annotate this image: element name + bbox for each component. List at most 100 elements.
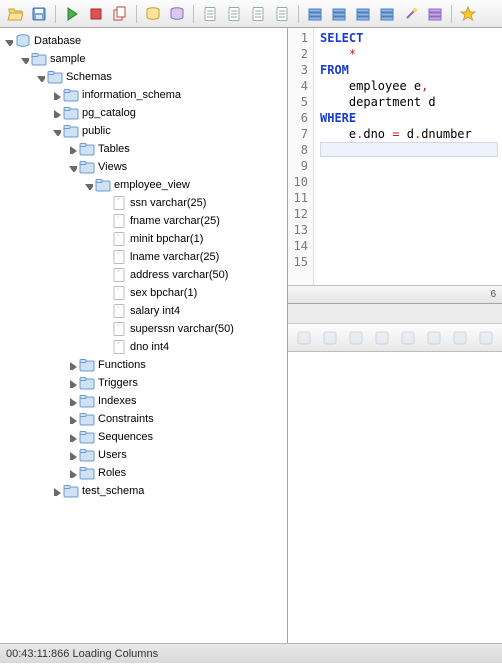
- page-lines-button[interactable]: [271, 3, 293, 25]
- code-area[interactable]: SELECT *FROM employee e, department dWHE…: [314, 28, 502, 285]
- disclosure-open-icon[interactable]: [50, 125, 62, 137]
- code-line[interactable]: SELECT: [320, 30, 498, 46]
- editor-scrollbar[interactable]: 6: [288, 286, 502, 304]
- code-line[interactable]: [320, 190, 498, 206]
- nav-prev-button[interactable]: [320, 328, 340, 348]
- tree-node[interactable]: Roles: [2, 464, 287, 482]
- save-button[interactable]: [28, 3, 50, 25]
- tree-node[interactable]: public: [2, 122, 287, 140]
- wand-button[interactable]: [400, 3, 422, 25]
- copy-button[interactable]: [450, 328, 470, 348]
- folder-icon: [79, 375, 95, 391]
- token-txt: department d: [320, 95, 436, 109]
- disclosure-closed-icon[interactable]: [50, 485, 62, 497]
- copy-red-button[interactable]: [109, 3, 131, 25]
- tree-node[interactable]: Triggers: [2, 374, 287, 392]
- list-button[interactable]: [346, 328, 366, 348]
- code-line[interactable]: [320, 142, 498, 158]
- tree-node[interactable]: Indexes: [2, 392, 287, 410]
- disclosure-open-icon[interactable]: [2, 35, 14, 47]
- disclosure-open-icon[interactable]: [66, 161, 78, 173]
- page-grid-button[interactable]: [247, 3, 269, 25]
- code-line[interactable]: [320, 254, 498, 270]
- tree-node[interactable]: employee_view: [2, 176, 287, 194]
- tree-node[interactable]: minit bpchar(1): [2, 230, 287, 248]
- tree-node[interactable]: Schemas: [2, 68, 287, 86]
- rows-purple-button[interactable]: [424, 3, 446, 25]
- tree-node[interactable]: sample: [2, 50, 287, 68]
- toolbar-separator: [136, 5, 137, 23]
- stop-red-button[interactable]: [85, 3, 107, 25]
- add-row-button[interactable]: [398, 328, 418, 348]
- rows-blue-button[interactable]: [352, 3, 374, 25]
- line-gutter: 123456789101112131415: [288, 28, 314, 285]
- tree-node-label: Tables: [98, 143, 130, 155]
- code-line[interactable]: WHERE: [320, 110, 498, 126]
- code-line[interactable]: department d: [320, 94, 498, 110]
- code-line[interactable]: [320, 174, 498, 190]
- rows-blue2-button[interactable]: [376, 3, 398, 25]
- tree-node[interactable]: information_schema: [2, 86, 287, 104]
- tree-node[interactable]: Tables: [2, 140, 287, 158]
- menu-blue-button[interactable]: [328, 3, 350, 25]
- code-line[interactable]: *: [320, 46, 498, 62]
- sql-editor[interactable]: 123456789101112131415 SELECT *FROM emplo…: [288, 28, 502, 286]
- tree-node[interactable]: sex bpchar(1): [2, 284, 287, 302]
- tree-node[interactable]: dno int4: [2, 338, 287, 356]
- tree-node[interactable]: Users: [2, 446, 287, 464]
- disclosure-closed-icon[interactable]: [50, 89, 62, 101]
- line-number: 6: [288, 110, 313, 126]
- tree-node[interactable]: Database: [2, 32, 287, 50]
- tree-node[interactable]: ssn varchar(25): [2, 194, 287, 212]
- db-purple-button[interactable]: [166, 3, 188, 25]
- code-line[interactable]: [320, 206, 498, 222]
- nav-first-button[interactable]: [294, 328, 314, 348]
- disclosure-closed-icon[interactable]: [66, 449, 78, 461]
- page-copy-button[interactable]: [223, 3, 245, 25]
- tree-node[interactable]: Views: [2, 158, 287, 176]
- tree-node[interactable]: fname varchar(25): [2, 212, 287, 230]
- disclosure-closed-icon[interactable]: [66, 359, 78, 371]
- tree-node[interactable]: lname varchar(25): [2, 248, 287, 266]
- code-line[interactable]: [320, 222, 498, 238]
- disclosure-open-icon[interactable]: [18, 53, 30, 65]
- disclosure-closed-icon[interactable]: [66, 431, 78, 443]
- line-number: 8: [288, 142, 313, 158]
- disclosure-closed-icon[interactable]: [66, 467, 78, 479]
- disclosure-closed-icon[interactable]: [66, 395, 78, 407]
- disclosure-open-icon[interactable]: [82, 179, 94, 191]
- list-icon: [348, 330, 364, 346]
- star-button[interactable]: [457, 3, 479, 25]
- tree-node[interactable]: pg_catalog: [2, 104, 287, 122]
- disclosure-open-icon[interactable]: [34, 71, 46, 83]
- disclosure-closed-icon[interactable]: [66, 413, 78, 425]
- tree-node[interactable]: Sequences: [2, 428, 287, 446]
- results-panel[interactable]: [288, 352, 502, 643]
- tree-node[interactable]: superssn varchar(50): [2, 320, 287, 338]
- folder-icon: [79, 465, 95, 481]
- tree-node[interactable]: salary int4: [2, 302, 287, 320]
- tree-node[interactable]: Functions: [2, 356, 287, 374]
- nav-next-button[interactable]: [372, 328, 392, 348]
- tree-node[interactable]: test_schema: [2, 482, 287, 500]
- page-button[interactable]: [199, 3, 221, 25]
- tree-node[interactable]: Constraints: [2, 410, 287, 428]
- stack-blue-button[interactable]: [304, 3, 326, 25]
- filter-button[interactable]: [476, 328, 496, 348]
- code-line[interactable]: FROM: [320, 62, 498, 78]
- code-line[interactable]: [320, 238, 498, 254]
- status-text: 00:43:11:866 Loading Columns: [6, 648, 158, 660]
- token-txt: dno: [363, 127, 392, 141]
- disclosure-closed-icon[interactable]: [50, 107, 62, 119]
- disclosure-closed-icon[interactable]: [66, 143, 78, 155]
- code-line[interactable]: [320, 158, 498, 174]
- disclosure-closed-icon[interactable]: [66, 377, 78, 389]
- code-line[interactable]: e.dno = d.dnumber: [320, 126, 498, 142]
- tree-node[interactable]: address varchar(50): [2, 266, 287, 284]
- db-tree[interactable]: DatabasesampleSchemasinformation_schemap…: [0, 28, 288, 643]
- folder-open-button[interactable]: [4, 3, 26, 25]
- db-yellow-button[interactable]: [142, 3, 164, 25]
- run-green-button[interactable]: [61, 3, 83, 25]
- code-line[interactable]: employee e,: [320, 78, 498, 94]
- remove-row-button[interactable]: [424, 328, 444, 348]
